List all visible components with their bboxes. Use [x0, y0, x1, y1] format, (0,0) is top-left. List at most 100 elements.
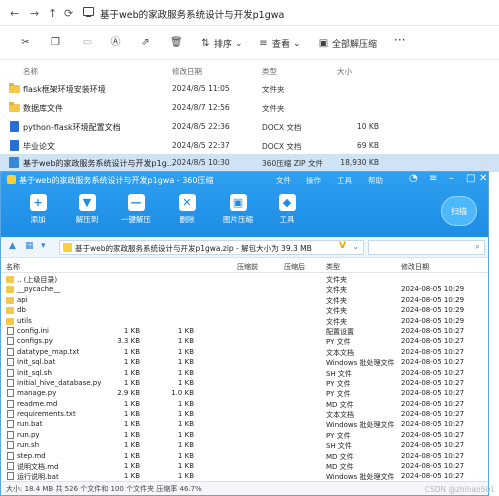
extract-all-button[interactable]: ▣ 全部解压缩 — [318, 37, 377, 50]
archive-search-input[interactable]: ⌕ — [368, 240, 485, 255]
delete-archive-item-button[interactable]: ✕ 删除 — [165, 194, 209, 225]
item-date: 2024-08-05 10:27 — [401, 462, 465, 471]
item-compressed-size: 1 KB — [123, 410, 140, 419]
row-name: flask框架环境安装环境 — [23, 85, 106, 94]
explorer-row[interactable]: 毕业论文 2024/8/5 22:37 DOCX 文档 69 KB — [0, 137, 499, 155]
forward-arrow-icon[interactable]: → — [30, 7, 39, 20]
item-date: 2024-08-05 10:27 — [401, 420, 465, 429]
up-folder-icon[interactable]: ▲ — [9, 241, 16, 251]
item-original-size: 1 KB — [177, 441, 194, 450]
extract-to-button[interactable]: ▼ 解压到 — [65, 194, 109, 225]
item-compressed-size: 1 KB — [123, 472, 140, 481]
archive-list-item[interactable]: api 文件夹 2024-08-05 10:29 — [1, 295, 488, 305]
cut-button[interactable]: ✂ — [20, 37, 31, 48]
archive-list-item[interactable]: 说明文档.md 1 KB 1 KB MD 文件 2024-08-05 10:27 — [1, 461, 488, 471]
item-date: 2024-08-05 10:29 — [401, 306, 465, 315]
column-date[interactable]: 修改日期 — [172, 66, 202, 77]
refresh-icon[interactable]: ⟳ — [64, 7, 73, 20]
archive-list-item[interactable]: db 文件夹 2024-08-05 10:29 — [1, 305, 488, 315]
column-name[interactable]: 名称 — [23, 66, 38, 77]
share-button[interactable]: ⇗ — [140, 37, 151, 48]
item-original-size: 1 KB — [177, 430, 194, 439]
row-size: 69 KB — [357, 141, 379, 150]
menu-help[interactable]: 帮助 — [368, 175, 383, 186]
item-original-size: 1 KB — [177, 451, 194, 460]
column-type[interactable]: 类型 — [262, 66, 277, 77]
skin-icon[interactable]: ◔ — [409, 173, 418, 184]
view-mode-dropdown-icon[interactable]: ▾ — [41, 241, 46, 251]
item-date: 2024-08-05 10:29 — [401, 316, 465, 325]
column-size[interactable]: 大小 — [337, 66, 352, 77]
image-compress-icon: ▣ — [229, 194, 247, 211]
scissors-icon: ✂ — [21, 37, 30, 48]
one-click-extract-button[interactable]: — 一键解压 — [114, 194, 158, 225]
menu-operate[interactable]: 操作 — [306, 175, 321, 186]
archive-list-item[interactable]: utils 文件夹 2024-08-05 10:29 — [1, 316, 488, 326]
file-icon — [7, 389, 14, 398]
rename-button[interactable]: Ⓐ — [110, 37, 121, 48]
explorer-row[interactable]: 数据库文件 2024/8/7 12:56 文件夹 — [0, 99, 499, 117]
archive-list-item[interactable]: init_sql.sh 1 KB 1 KB SH 文件 2024-08-05 10:27 — [1, 368, 488, 378]
more-options-button[interactable]: ··· — [394, 33, 405, 47]
add-button[interactable]: + 添加 — [16, 194, 60, 225]
archive-list-item[interactable]: init_sql.bat 1 KB 1 KB Windows 批处理文件 2024-08… — [1, 357, 488, 367]
delete-button[interactable]: 🗑 — [170, 37, 183, 48]
item-compressed-size: 1 KB — [123, 462, 140, 471]
archive-list-item[interactable]: requirements.txt 1 KB 1 KB 文本文档 2024-08-05 1… — [1, 409, 488, 419]
archive-list-item[interactable]: __pycache__ 文件夹 2024-08-05 10:29 — [1, 284, 488, 294]
trash-icon: 🗑 — [170, 37, 183, 48]
column-compressed[interactable]: 压缩前 — [237, 262, 258, 272]
menu-file[interactable]: 文件 — [276, 175, 291, 186]
archive-list-item[interactable]: datatype_map.txt 1 KB 1 KB 文本文档 2024-08-05 1… — [1, 347, 488, 357]
sort-label: 排序 — [214, 40, 233, 50]
image-compress-button[interactable]: ▣ 图片压缩 — [216, 194, 260, 225]
menu-tools[interactable]: 工具 — [337, 175, 352, 186]
copy-button[interactable]: ❐ — [50, 37, 61, 48]
archive-list-item[interactable]: configs.py 3.3 KB 1 KB PY 文件 2024-08-05 10:2… — [1, 336, 488, 346]
archive-list-item[interactable]: config.ini 1 KB 1 KB 配置设置 2024-08-05 10:27 — [1, 326, 488, 336]
archive-list-item[interactable]: .. (上级目录) 文件夹 — [1, 274, 488, 284]
column-original[interactable]: 压缩后 — [284, 262, 305, 272]
chevron-down-icon: ⌄ — [293, 38, 301, 49]
archive-list-item[interactable]: run.py 1 KB 1 KB PY 文件 2024-08-05 10:27 — [1, 430, 488, 440]
close-icon[interactable]: ✕ — [479, 173, 487, 184]
item-compressed-size: 1 KB — [123, 451, 140, 460]
row-date: 2024/8/7 12:56 — [172, 103, 230, 112]
chevron-down-icon[interactable]: ⌄ — [352, 242, 359, 251]
archive-list-item[interactable]: run.bat 1 KB 1 KB Windows 批处理文件 2024-08-05 1… — [1, 419, 488, 429]
archive-list-item[interactable]: readme.md 1 KB 1 KB MD 文件 2024-08-05 10:27 — [1, 399, 488, 409]
archive-list-item[interactable]: step.md 1 KB 1 KB MD 文件 2024-08-05 10:27 — [1, 451, 488, 461]
archive-path-field[interactable]: 基于web的家政服务系统设计与开发p1gwa.zip - 解包大小为 39.3 … — [59, 240, 364, 255]
explorer-row[interactable]: flask框架环境安装环境 2024/8/5 11:05 文件夹 — [0, 80, 499, 98]
item-compressed-size: 1 KB — [123, 430, 140, 439]
column-name[interactable]: 名称 — [6, 262, 20, 272]
explorer-row-selected[interactable]: 基于web的家政服务系统设计与开发p1g... 2024/8/5 10:30 3… — [0, 154, 499, 172]
view-mode-icon[interactable]: ▦ — [25, 241, 34, 251]
archive-list-item[interactable]: manage.py 2.9 KB 1.0 KB PY 文件 2024-08-05 10:… — [1, 388, 488, 398]
archive-list-item[interactable]: initial_hive_database.py 1 KB 1 KB PY 文件 202… — [1, 378, 488, 388]
extract-all-label: 全部解压缩 — [332, 40, 378, 50]
maximize-icon[interactable]: □ — [466, 173, 475, 184]
column-date[interactable]: 修改日期 — [401, 262, 429, 272]
column-type[interactable]: 类型 — [326, 262, 340, 272]
paste-button[interactable]: ▭ — [82, 37, 93, 48]
scan-button[interactable]: 扫描 — [441, 196, 477, 226]
row-type: 文件夹 — [262, 104, 285, 113]
minimize-icon[interactable]: – — [449, 173, 454, 184]
breadcrumb[interactable]: 基于web的家政服务系统设计与开发p1gwa — [100, 7, 284, 21]
add-label: 添加 — [30, 215, 46, 224]
add-icon: + — [29, 194, 47, 211]
up-arrow-icon[interactable]: ↑ — [48, 7, 57, 20]
tools-button[interactable]: ◆ 工具 — [265, 194, 309, 225]
row-type: DOCX 文档 — [262, 123, 302, 132]
menu-icon[interactable]: ≡ — [429, 173, 437, 184]
explorer-row[interactable]: python-flask环境配置文档 2024/8/5 22:36 DOCX 文… — [0, 118, 499, 136]
row-date: 2024/8/5 11:05 — [172, 84, 230, 93]
search-icon[interactable]: ⌕ — [475, 242, 480, 252]
archive-list-item[interactable]: run.sh 1 KB 1 KB SH 文件 2024-08-05 10:27 — [1, 440, 488, 450]
view-button[interactable]: ≡ 查看 ⌄ — [258, 37, 301, 50]
item-name: db — [17, 306, 26, 315]
sort-button[interactable]: ⇅ 排序 ⌄ — [200, 37, 242, 50]
back-arrow-icon[interactable]: ← — [10, 7, 19, 20]
row-type: DOCX 文档 — [262, 142, 302, 151]
